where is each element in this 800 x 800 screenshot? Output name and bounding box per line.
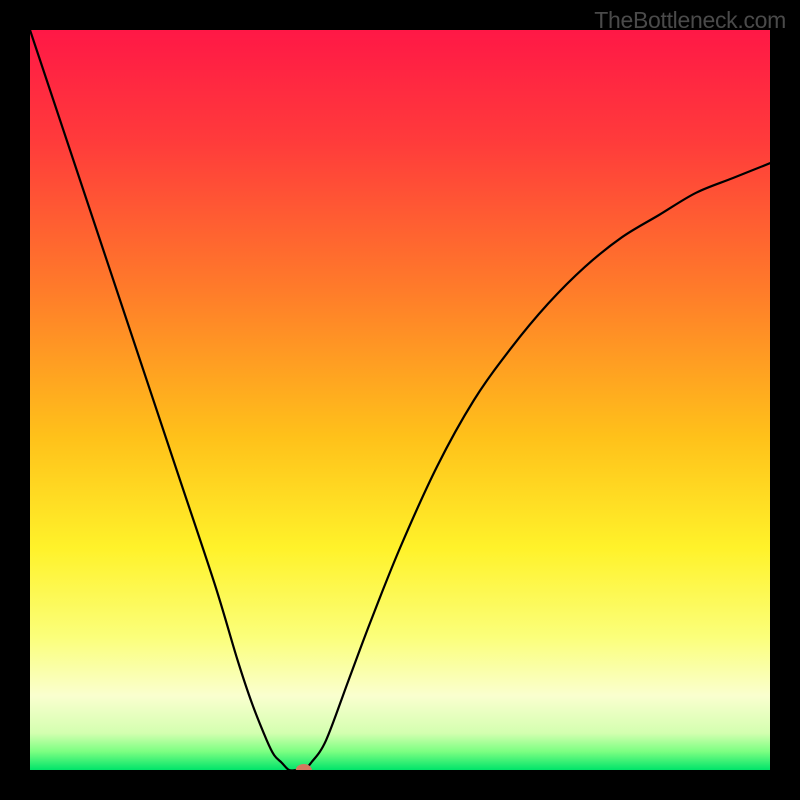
gradient-background: [30, 30, 770, 770]
plot-area: [30, 30, 770, 770]
chart-frame: TheBottleneck.com: [0, 0, 800, 800]
watermark-text: TheBottleneck.com: [594, 7, 786, 34]
chart-svg: [30, 30, 770, 770]
